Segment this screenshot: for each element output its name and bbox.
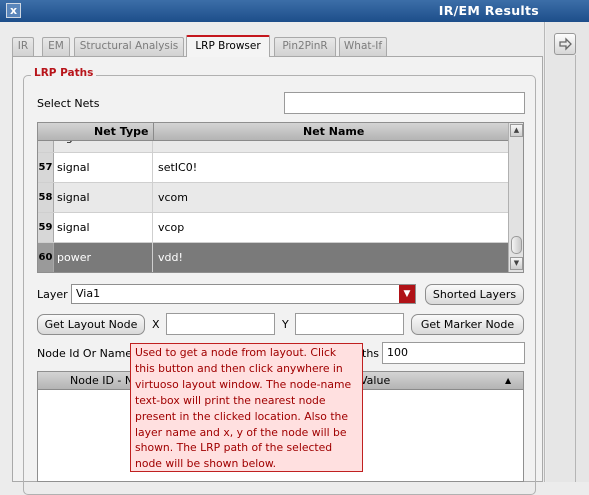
nets-table-body: 56 signal i 57 signal setIC0! 58 signal …	[38, 141, 508, 272]
col-node-id[interactable]: Node ID - N	[70, 374, 133, 387]
net-name-cell: vcom	[158, 191, 189, 204]
row-number: 60	[38, 243, 54, 272]
scroll-thumb[interactable]	[511, 236, 522, 254]
scroll-up-icon[interactable]: ▲	[510, 124, 523, 137]
paths-count-input[interactable]: 100	[382, 342, 525, 364]
net-type-cell: signal	[57, 213, 153, 242]
net-name-cell: vcop	[158, 221, 185, 234]
net-name-cell: vdd!	[158, 251, 183, 264]
title-bar: x IR/EM Results	[0, 0, 589, 22]
select-nets-input[interactable]	[284, 92, 525, 114]
arrow-right-icon[interactable]	[554, 33, 576, 55]
get-marker-node-button[interactable]: Get Marker Node	[411, 314, 524, 335]
tab-ir[interactable]: IR	[12, 37, 34, 56]
tab-lrp-browser[interactable]: LRP Browser	[186, 35, 270, 57]
side-divider	[575, 55, 576, 482]
side-panel	[546, 22, 589, 482]
shorted-layers-button[interactable]: Shorted Layers	[425, 284, 524, 305]
table-row[interactable]: 57 signal setIC0!	[38, 153, 508, 183]
scroll-down-icon[interactable]: ▼	[510, 257, 523, 270]
net-type-cell: signal	[57, 183, 153, 212]
node-id-label: Node Id Or Name	[37, 347, 133, 360]
close-window-button[interactable]: x	[6, 3, 21, 18]
row-number: 57	[38, 153, 54, 182]
col-net-type[interactable]: Net Type	[94, 125, 148, 138]
get-layout-node-tooltip: Used to get a node from layout. Click th…	[130, 343, 363, 472]
table-row[interactable]: 59 signal vcop	[38, 213, 508, 243]
nets-table-scrollbar[interactable]: ▲ ▼	[508, 123, 523, 272]
row-number: 56	[38, 141, 54, 152]
get-layout-node-button[interactable]: Get Layout Node	[37, 314, 145, 335]
net-name-cell: setIC0!	[158, 161, 198, 174]
nets-table: Net Type Net Name 56 signal i 57 signal …	[37, 122, 524, 273]
table-row[interactable]: 58 signal vcom	[38, 183, 508, 213]
y-label: Y	[282, 318, 289, 331]
select-nets-label: Select Nets	[37, 97, 100, 110]
tab-structural-analysis[interactable]: Structural Analysis	[74, 37, 184, 56]
tab-bar: IR EM Structural Analysis LRP Browser Pi…	[12, 35, 542, 57]
net-type-cell: signal	[57, 141, 153, 152]
table-row-selected[interactable]: 60 power vdd!	[38, 243, 508, 272]
sort-ascending-icon[interactable]: ▲	[505, 376, 511, 385]
x-input[interactable]	[166, 313, 275, 335]
layer-select[interactable]: Via1 ▼	[71, 284, 416, 304]
tab-em[interactable]: EM	[42, 37, 70, 56]
tab-pin2pinr[interactable]: Pin2PinR	[274, 37, 336, 56]
row-number: 59	[38, 213, 54, 242]
window-title: IR/EM Results	[438, 3, 539, 18]
col-value[interactable]: Value	[360, 374, 390, 387]
net-type-cell: power	[57, 243, 153, 272]
chevron-down-icon[interactable]: ▼	[399, 285, 415, 303]
tab-what-if[interactable]: What-If	[339, 37, 387, 56]
col-net-name[interactable]: Net Name	[303, 125, 364, 138]
y-input[interactable]	[295, 313, 404, 335]
paths-label: ths	[362, 347, 380, 360]
row-number: 58	[38, 183, 54, 212]
net-type-cell: signal	[57, 153, 153, 182]
lrp-paths-title: LRP Paths	[31, 67, 97, 79]
layer-label: Layer	[37, 288, 68, 301]
net-name-cell: i	[158, 141, 161, 153]
nets-table-header: Net Type Net Name	[38, 123, 508, 141]
x-label: X	[152, 318, 160, 331]
table-row[interactable]: 56 signal i	[38, 141, 508, 153]
layer-select-value: Via1	[76, 287, 101, 300]
